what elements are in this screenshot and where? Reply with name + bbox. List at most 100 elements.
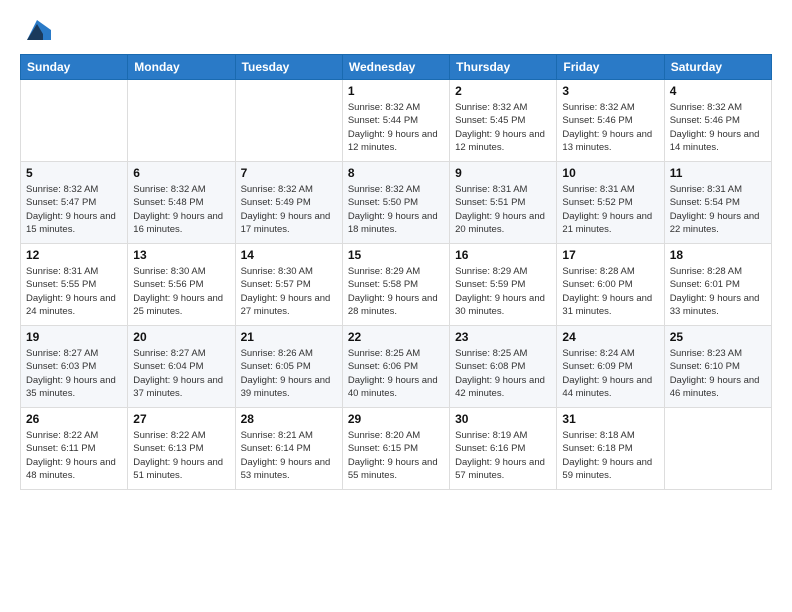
day-number: 11: [670, 166, 766, 180]
day-info: Sunrise: 8:21 AM Sunset: 6:14 PM Dayligh…: [241, 429, 337, 482]
calendar-week-5: 26 Sunrise: 8:22 AM Sunset: 6:11 PM Dayli…: [21, 408, 772, 490]
calendar-cell: 8Sunrise: 8:32 AM Sunset: 5:50 PM Daylig…: [342, 162, 449, 244]
day-info: Sunrise: 8:18 AM Sunset: 6:18 PM Dayligh…: [562, 429, 658, 482]
calendar-table: SundayMondayTuesdayWednesdayThursdayFrid…: [20, 54, 772, 490]
calendar-cell: 11 Sunrise: 8:31 AM Sunset: 5:54 PM Dayli…: [664, 162, 771, 244]
day-number: 19: [26, 330, 122, 344]
day-info: Sunrise: 8:27 AM Sunset: 6:03 PM Dayligh…: [26, 347, 122, 400]
day-info: Sunrise: 8:32 AM Sunset: 5:46 PM Dayligh…: [670, 101, 766, 154]
day-number: 24: [562, 330, 658, 344]
calendar-cell: 9 Sunrise: 8:31 AM Sunset: 5:51 PM Daylig…: [450, 162, 557, 244]
day-number: 20: [133, 330, 229, 344]
day-info: Sunrise: 8:25 AM Sunset: 6:08 PM Dayligh…: [455, 347, 551, 400]
day-number: 12: [26, 248, 122, 262]
weekday-header-tuesday: Tuesday: [235, 55, 342, 80]
calendar-cell: 2 Sunrise: 8:32 AM Sunset: 5:45 PM Daylig…: [450, 80, 557, 162]
calendar-cell: 15 Sunrise: 8:29 AM Sunset: 5:58 PM Dayli…: [342, 244, 449, 326]
day-info: Sunrise: 8:29 AM Sunset: 5:59 PM Dayligh…: [455, 265, 551, 318]
day-info: Sunrise: 8:32 AM Sunset: 5:49 PM Dayligh…: [241, 183, 337, 236]
day-info: Sunrise: 8:30 AM Sunset: 5:56 PM Dayligh…: [133, 265, 229, 318]
logo: [20, 16, 51, 44]
calendar-cell: 4 Sunrise: 8:32 AM Sunset: 5:46 PM Daylig…: [664, 80, 771, 162]
day-info: Sunrise: 8:31 AM Sunset: 5:55 PM Dayligh…: [26, 265, 122, 318]
calendar-cell: 30 Sunrise: 8:19 AM Sunset: 6:16 PM Dayli…: [450, 408, 557, 490]
day-info: Sunrise: 8:20 AM Sunset: 6:15 PM Dayligh…: [348, 429, 444, 482]
day-info: Sunrise: 8:27 AM Sunset: 6:04 PM Dayligh…: [133, 347, 229, 400]
day-number: 31: [562, 412, 658, 426]
day-info: Sunrise: 8:31 AM Sunset: 5:54 PM Dayligh…: [670, 183, 766, 236]
day-number: 30: [455, 412, 551, 426]
calendar-cell: 23 Sunrise: 8:25 AM Sunset: 6:08 PM Dayli…: [450, 326, 557, 408]
calendar-week-4: 19 Sunrise: 8:27 AM Sunset: 6:03 PM Dayli…: [21, 326, 772, 408]
calendar-cell: 3Sunrise: 8:32 AM Sunset: 5:46 PM Daylig…: [557, 80, 664, 162]
weekday-header-sunday: Sunday: [21, 55, 128, 80]
day-info: Sunrise: 8:32 AM Sunset: 5:48 PM Dayligh…: [133, 183, 229, 236]
calendar-cell: [21, 80, 128, 162]
calendar-cell: 28 Sunrise: 8:21 AM Sunset: 6:14 PM Dayli…: [235, 408, 342, 490]
day-info: Sunrise: 8:32 AM Sunset: 5:47 PM Dayligh…: [26, 183, 122, 236]
day-number: 6: [133, 166, 229, 180]
day-number: 14: [241, 248, 337, 262]
day-info: Sunrise: 8:24 AM Sunset: 6:09 PM Dayligh…: [562, 347, 658, 400]
day-info: Sunrise: 8:29 AM Sunset: 5:58 PM Dayligh…: [348, 265, 444, 318]
day-number: 18: [670, 248, 766, 262]
day-info: Sunrise: 8:30 AM Sunset: 5:57 PM Dayligh…: [241, 265, 337, 318]
day-number: 8: [348, 166, 444, 180]
calendar-cell: 22Sunrise: 8:25 AM Sunset: 6:06 PM Dayli…: [342, 326, 449, 408]
day-info: Sunrise: 8:25 AM Sunset: 6:06 PM Dayligh…: [348, 347, 444, 400]
day-number: 10: [562, 166, 658, 180]
calendar-cell: 6 Sunrise: 8:32 AM Sunset: 5:48 PM Daylig…: [128, 162, 235, 244]
day-info: Sunrise: 8:32 AM Sunset: 5:46 PM Dayligh…: [562, 101, 658, 154]
calendar-cell: 10 Sunrise: 8:31 AM Sunset: 5:52 PM Dayli…: [557, 162, 664, 244]
day-number: 2: [455, 84, 551, 98]
day-number: 4: [670, 84, 766, 98]
day-info: Sunrise: 8:32 AM Sunset: 5:45 PM Dayligh…: [455, 101, 551, 154]
day-number: 1: [348, 84, 444, 98]
calendar-cell: [235, 80, 342, 162]
day-info: Sunrise: 8:32 AM Sunset: 5:44 PM Dayligh…: [348, 101, 444, 154]
calendar-cell: 14 Sunrise: 8:30 AM Sunset: 5:57 PM Dayli…: [235, 244, 342, 326]
day-number: 16: [455, 248, 551, 262]
day-info: Sunrise: 8:22 AM Sunset: 6:11 PM Dayligh…: [26, 429, 122, 482]
day-number: 21: [241, 330, 337, 344]
calendar-cell: 18 Sunrise: 8:28 AM Sunset: 6:01 PM Dayli…: [664, 244, 771, 326]
day-info: Sunrise: 8:31 AM Sunset: 5:52 PM Dayligh…: [562, 183, 658, 236]
calendar-cell: 5 Sunrise: 8:32 AM Sunset: 5:47 PM Daylig…: [21, 162, 128, 244]
day-number: 9: [455, 166, 551, 180]
calendar-cell: 16 Sunrise: 8:29 AM Sunset: 5:59 PM Dayli…: [450, 244, 557, 326]
day-number: 15: [348, 248, 444, 262]
day-number: 26: [26, 412, 122, 426]
calendar-cell: 20 Sunrise: 8:27 AM Sunset: 6:04 PM Dayli…: [128, 326, 235, 408]
day-number: 5: [26, 166, 122, 180]
calendar-cell: 1 Sunrise: 8:32 AM Sunset: 5:44 PM Daylig…: [342, 80, 449, 162]
day-info: Sunrise: 8:28 AM Sunset: 6:01 PM Dayligh…: [670, 265, 766, 318]
calendar-week-2: 5 Sunrise: 8:32 AM Sunset: 5:47 PM Daylig…: [21, 162, 772, 244]
weekday-header-saturday: Saturday: [664, 55, 771, 80]
calendar-cell: [128, 80, 235, 162]
day-info: Sunrise: 8:19 AM Sunset: 6:16 PM Dayligh…: [455, 429, 551, 482]
calendar-cell: 29Sunrise: 8:20 AM Sunset: 6:15 PM Dayli…: [342, 408, 449, 490]
weekday-header-wednesday: Wednesday: [342, 55, 449, 80]
weekday-header-monday: Monday: [128, 55, 235, 80]
day-number: 17: [562, 248, 658, 262]
calendar-cell: 13 Sunrise: 8:30 AM Sunset: 5:56 PM Dayli…: [128, 244, 235, 326]
day-number: 28: [241, 412, 337, 426]
calendar-cell: 25Sunrise: 8:23 AM Sunset: 6:10 PM Dayli…: [664, 326, 771, 408]
page-header: [20, 16, 772, 44]
calendar-cell: 26 Sunrise: 8:22 AM Sunset: 6:11 PM Dayli…: [21, 408, 128, 490]
calendar-cell: [664, 408, 771, 490]
day-number: 23: [455, 330, 551, 344]
calendar-cell: 24 Sunrise: 8:24 AM Sunset: 6:09 PM Dayli…: [557, 326, 664, 408]
day-number: 13: [133, 248, 229, 262]
calendar-cell: 19 Sunrise: 8:27 AM Sunset: 6:03 PM Dayli…: [21, 326, 128, 408]
calendar-cell: 27Sunrise: 8:22 AM Sunset: 6:13 PM Dayli…: [128, 408, 235, 490]
day-info: Sunrise: 8:26 AM Sunset: 6:05 PM Dayligh…: [241, 347, 337, 400]
calendar-cell: 31 Sunrise: 8:18 AM Sunset: 6:18 PM Dayli…: [557, 408, 664, 490]
day-info: Sunrise: 8:31 AM Sunset: 5:51 PM Dayligh…: [455, 183, 551, 236]
weekday-header-thursday: Thursday: [450, 55, 557, 80]
day-number: 25: [670, 330, 766, 344]
calendar-cell: 21 Sunrise: 8:26 AM Sunset: 6:05 PM Dayli…: [235, 326, 342, 408]
calendar-cell: 7Sunrise: 8:32 AM Sunset: 5:49 PM Daylig…: [235, 162, 342, 244]
day-info: Sunrise: 8:22 AM Sunset: 6:13 PM Dayligh…: [133, 429, 229, 482]
calendar-week-1: 1 Sunrise: 8:32 AM Sunset: 5:44 PM Daylig…: [21, 80, 772, 162]
